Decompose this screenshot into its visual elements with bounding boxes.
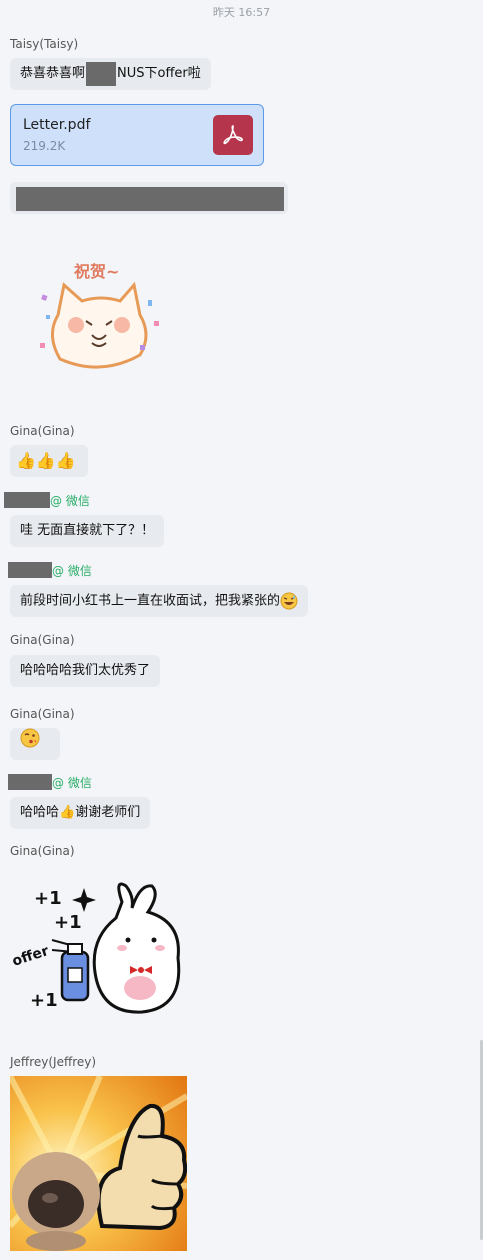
thumbs-up-icon: 👍 xyxy=(59,805,76,820)
congrats-cat-sticker[interactable]: 祝贺~ xyxy=(36,255,166,380)
sender-row: @ 微信 xyxy=(4,492,90,508)
sticker-text: 祝贺~ xyxy=(74,262,119,281)
sender-name: Gina(Gina) xyxy=(10,844,75,858)
sender-name: Gina(Gina) xyxy=(10,424,75,438)
sticker-text: +1 xyxy=(30,990,58,1011)
redacted-name xyxy=(4,492,50,508)
wink-kiss-icon xyxy=(20,728,40,761)
message-bubble[interactable]: 前段时间小红书上一直在收面试，把我紧张的 xyxy=(10,585,309,617)
sweat-laugh-icon xyxy=(280,585,298,617)
sender-name: Gina(Gina) xyxy=(10,707,75,721)
message-text: 哈哈哈哈我们太优秀了 xyxy=(20,663,151,678)
pdf-icon xyxy=(213,115,253,155)
file-name: Letter.pdf xyxy=(23,117,91,133)
message-bubble[interactable]: 👍👍👍 xyxy=(10,445,88,477)
message-text: 哈哈哈 xyxy=(20,805,60,820)
redacted-block xyxy=(16,187,284,211)
message-text: 谢谢老师们 xyxy=(75,805,141,820)
dog-thumbs-up-image[interactable] xyxy=(10,1076,187,1251)
thumbs-up-icon: 👍👍👍 xyxy=(16,451,76,470)
sticker-text: offer xyxy=(10,943,51,970)
wechat-tag: @ 微信 xyxy=(50,494,90,508)
message-bubble[interactable]: 哇 无面直接就下了？！ xyxy=(10,515,165,547)
sticker-text: +1 xyxy=(34,888,62,909)
redacted-name xyxy=(8,774,52,790)
file-attachment[interactable]: Letter.pdf 219.2K xyxy=(10,104,264,166)
bunny-offer-sticker[interactable]: +1 +1 +1 offer xyxy=(10,878,190,1020)
sender-name: Taisy(Taisy) xyxy=(10,37,79,51)
message-bubble[interactable] xyxy=(10,182,288,214)
redacted-block xyxy=(86,61,117,86)
wechat-tag: @ 微信 xyxy=(52,564,92,578)
message-text: 恭喜恭喜啊 xyxy=(20,66,86,81)
sender-row: @ 微信 xyxy=(8,774,92,790)
sticker-text: +1 xyxy=(54,912,82,933)
message-bubble[interactable] xyxy=(10,728,60,760)
message-bubble[interactable]: 哈哈哈哈我们太优秀了 xyxy=(10,655,161,687)
sender-row: @ 微信 xyxy=(8,562,92,578)
wechat-tag: @ 微信 xyxy=(52,776,92,790)
date-separator: 昨天 16:57 xyxy=(212,6,271,19)
message-text: NUS下offer啦 xyxy=(117,66,201,81)
message-text: 前段时间小红书上一直在收面试，把我紧张的 xyxy=(20,593,281,609)
redacted-name xyxy=(8,562,52,578)
message-text: 哇 无面直接就下了？！ xyxy=(20,523,155,538)
file-size: 219.2K xyxy=(23,139,66,153)
message-bubble[interactable]: 哈哈哈👍谢谢老师们 xyxy=(10,797,151,829)
sender-name: Gina(Gina) xyxy=(10,633,75,647)
sender-name: Jeffrey(Jeffrey) xyxy=(10,1055,97,1069)
message-bubble[interactable]: 恭喜恭喜啊 NUS下offer啦 xyxy=(10,58,211,90)
